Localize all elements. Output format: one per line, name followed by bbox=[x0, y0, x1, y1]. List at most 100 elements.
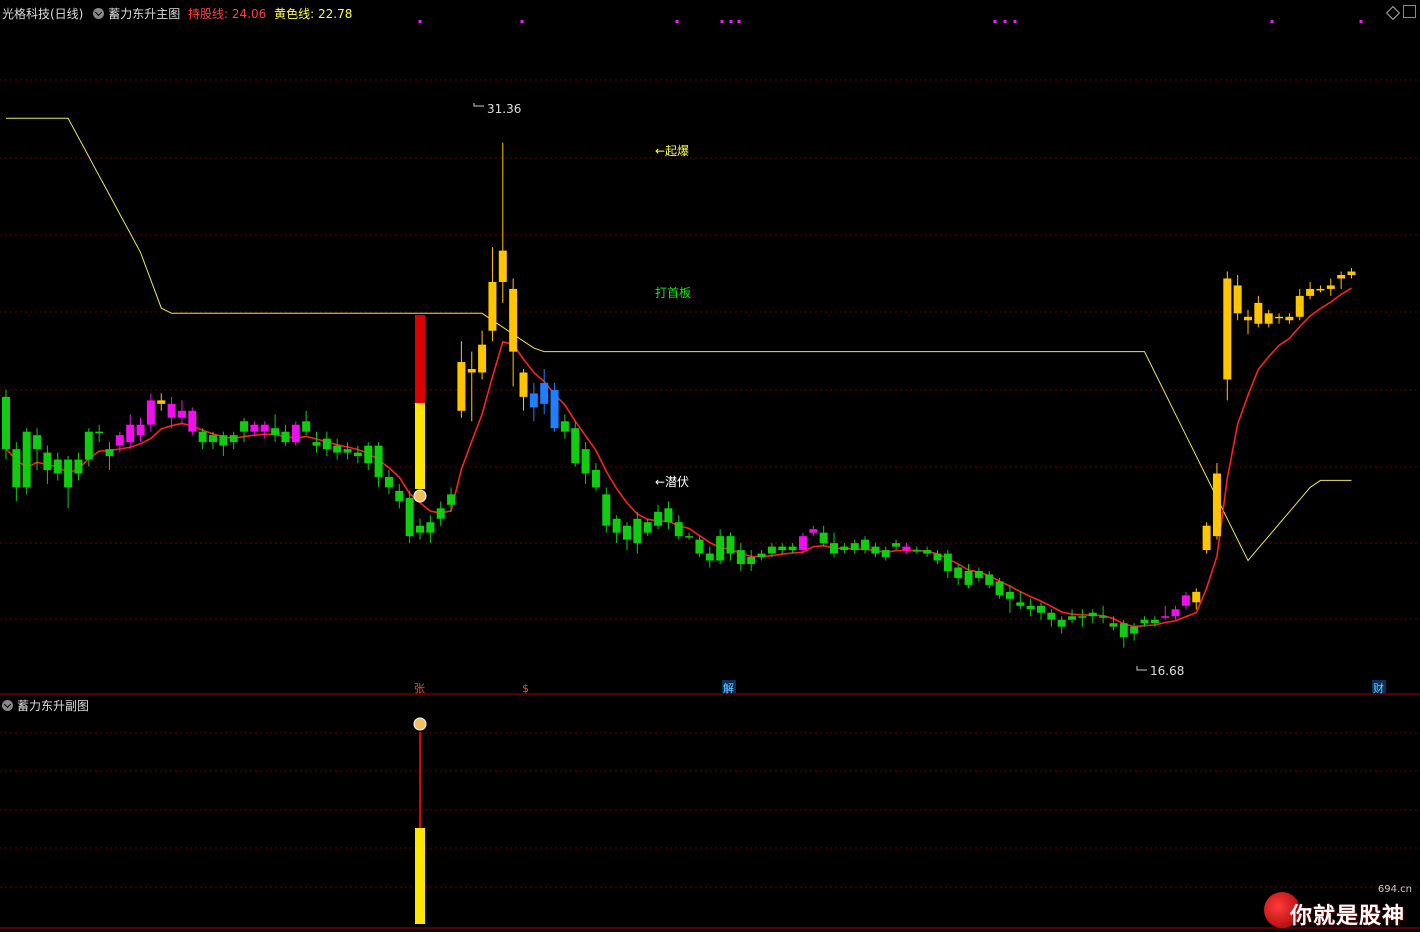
sub-signal-bar bbox=[415, 828, 425, 924]
zhang-marker: 张 bbox=[414, 682, 425, 695]
candle-body bbox=[1223, 278, 1232, 380]
main-title[interactable]: 蓄力东升主图 bbox=[108, 7, 180, 21]
watermark-site: 694.cn bbox=[1377, 884, 1412, 895]
signal-dot bbox=[720, 20, 724, 23]
candle-body bbox=[426, 522, 435, 533]
candle-body bbox=[12, 449, 21, 488]
candle-body bbox=[778, 546, 787, 551]
candle-body bbox=[830, 543, 838, 554]
candle-body bbox=[923, 550, 932, 554]
candle-body bbox=[353, 452, 362, 457]
signal-dot bbox=[737, 20, 741, 23]
candle-body bbox=[364, 445, 373, 464]
candle-body bbox=[643, 522, 652, 533]
candle-body bbox=[974, 570, 983, 578]
candle-body bbox=[1181, 595, 1190, 606]
candle-body bbox=[612, 518, 621, 533]
sub-indicator-menu-icon[interactable] bbox=[2, 700, 13, 711]
candle-body bbox=[705, 553, 714, 561]
candle-body bbox=[1068, 616, 1077, 620]
candle-body bbox=[271, 428, 280, 436]
candle-body bbox=[167, 403, 176, 418]
candle-body bbox=[519, 372, 528, 397]
money-bag-icon bbox=[413, 489, 427, 503]
close-icon[interactable] bbox=[1403, 5, 1416, 18]
candle-body bbox=[384, 476, 393, 488]
signal-dot bbox=[1270, 20, 1274, 23]
candle-body bbox=[478, 344, 487, 373]
candle-body bbox=[281, 431, 290, 443]
candle-body bbox=[240, 421, 249, 432]
yellow-line bbox=[6, 117, 1352, 562]
candle-series bbox=[2, 142, 1356, 648]
candle-body bbox=[1285, 316, 1294, 321]
candle-body bbox=[902, 546, 911, 551]
candle-body bbox=[767, 546, 776, 554]
candle-body bbox=[674, 522, 683, 537]
candle-body bbox=[881, 550, 890, 558]
candle-body bbox=[560, 421, 569, 432]
candle-body bbox=[219, 435, 228, 446]
candle-body bbox=[1254, 302, 1263, 324]
candle-body bbox=[933, 553, 942, 561]
grid-lines bbox=[0, 79, 1420, 929]
candle-body bbox=[333, 445, 342, 453]
qianfu-label: ←潜伏 bbox=[655, 475, 689, 489]
candle-body bbox=[488, 281, 497, 331]
candle-body bbox=[1202, 525, 1211, 551]
candle-body bbox=[581, 449, 590, 474]
candle-body bbox=[1233, 285, 1242, 314]
candle-body bbox=[1078, 616, 1087, 618]
stock-name[interactable]: 光格科技(日线) bbox=[2, 7, 83, 21]
candle-body bbox=[695, 539, 704, 554]
candle-body bbox=[1130, 626, 1139, 634]
candle-body bbox=[43, 452, 52, 470]
candle-body bbox=[467, 369, 476, 373]
candle-body bbox=[1192, 591, 1201, 603]
signal-dot bbox=[418, 20, 422, 23]
signal-dot bbox=[520, 20, 524, 23]
indicator-menu-icon[interactable] bbox=[93, 8, 105, 19]
candle-body bbox=[457, 362, 466, 411]
candle-body bbox=[188, 410, 197, 432]
candle-body bbox=[623, 525, 631, 540]
candle-body bbox=[912, 550, 921, 552]
candle-body bbox=[1161, 616, 1170, 618]
candle-body bbox=[1119, 623, 1128, 638]
candle-body bbox=[1171, 609, 1180, 617]
candle-body bbox=[840, 546, 849, 551]
candle-body bbox=[416, 525, 424, 533]
candle-body bbox=[1244, 316, 1252, 321]
candle-body bbox=[1037, 605, 1045, 613]
candle-body bbox=[1109, 623, 1118, 627]
yellow-value: 22.78 bbox=[317, 7, 353, 21]
candle-body bbox=[633, 518, 642, 544]
qibao-label: ←起爆 bbox=[655, 144, 689, 158]
jie-marker: 解 bbox=[723, 681, 734, 695]
candle-body bbox=[22, 431, 31, 488]
hold-value: 24.06 bbox=[231, 7, 267, 21]
candle-body bbox=[529, 393, 538, 408]
candle-body bbox=[95, 431, 104, 434]
hold-ma-line bbox=[5, 287, 1352, 628]
candle-body bbox=[322, 438, 331, 450]
candle-body bbox=[850, 543, 859, 551]
sub-title[interactable]: 蓄力东升副图 bbox=[17, 699, 89, 713]
candle-body bbox=[84, 431, 93, 460]
candle-body bbox=[136, 424, 145, 436]
candle-body bbox=[540, 382, 549, 404]
cai-marker: 财 bbox=[1373, 681, 1384, 695]
candle-body bbox=[395, 490, 404, 502]
candle-body bbox=[1275, 316, 1284, 319]
high-price-label: 31.36 bbox=[487, 102, 521, 116]
candle-body bbox=[250, 424, 259, 432]
dollar-marker: $ bbox=[522, 682, 529, 695]
candle-body bbox=[447, 494, 456, 505]
candle-body bbox=[716, 536, 725, 561]
candle-body bbox=[1005, 591, 1014, 599]
candle-body bbox=[1099, 616, 1108, 618]
candle-body bbox=[757, 553, 766, 558]
candle-body bbox=[1140, 619, 1149, 624]
candle-body bbox=[33, 435, 42, 450]
candle-body bbox=[64, 459, 73, 488]
